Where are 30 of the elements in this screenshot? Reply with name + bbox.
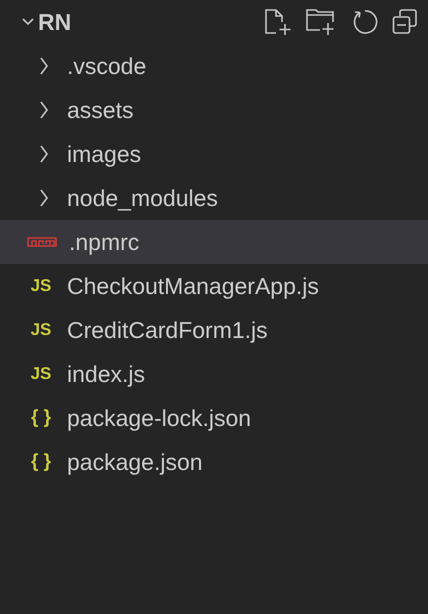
tree-item[interactable]: JS CreditCardForm1.js xyxy=(0,308,428,352)
npm-icon xyxy=(27,237,57,247)
javascript-icon: JS xyxy=(27,361,55,387)
tree-item[interactable]: JS CheckoutManagerApp.js xyxy=(0,264,428,308)
file-name: package.json xyxy=(67,448,203,477)
javascript-icon: JS xyxy=(27,273,55,299)
tree-item[interactable]: .vscode xyxy=(0,44,428,88)
collapse-all-icon[interactable] xyxy=(392,9,418,35)
folder-title[interactable]: RN xyxy=(38,4,72,40)
file-name: assets xyxy=(67,96,134,125)
tree-item[interactable]: assets xyxy=(0,88,428,132)
file-name: index.js xyxy=(67,360,145,389)
tree-item[interactable]: { } package-lock.json xyxy=(0,396,428,440)
file-name: CreditCardForm1.js xyxy=(67,316,268,345)
tree-item[interactable]: .npmrc xyxy=(0,220,428,264)
file-name: .vscode xyxy=(67,52,146,81)
tree-item[interactable]: { } package.json xyxy=(0,440,428,484)
file-name: node_modules xyxy=(67,184,218,213)
refresh-icon[interactable] xyxy=(352,9,378,35)
tree-item[interactable]: images xyxy=(0,132,428,176)
new-file-icon[interactable] xyxy=(264,8,292,36)
file-name: .npmrc xyxy=(69,228,140,257)
tree-item[interactable]: JS index.js xyxy=(0,352,428,396)
file-name: package-lock.json xyxy=(67,404,252,433)
tree-item[interactable]: node_modules xyxy=(0,176,428,220)
json-icon: { } xyxy=(27,448,55,476)
json-icon: { } xyxy=(27,404,55,432)
file-name: images xyxy=(67,140,142,169)
file-name: CheckoutManagerApp.js xyxy=(67,272,319,301)
javascript-icon: JS xyxy=(27,317,55,343)
